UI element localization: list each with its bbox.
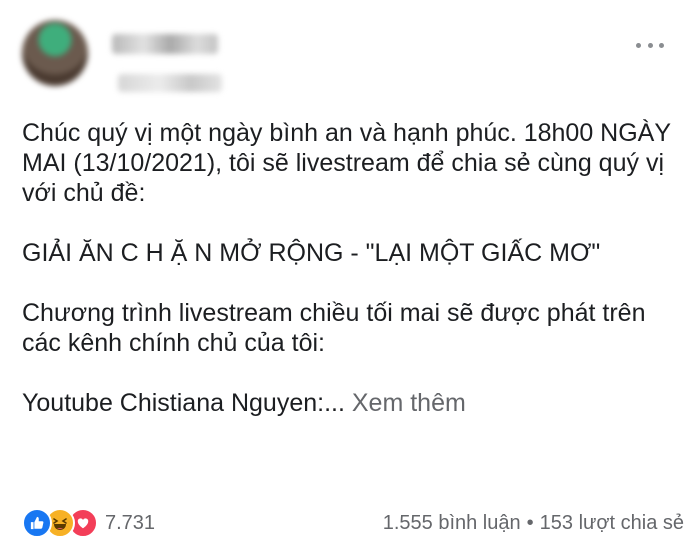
post-paragraph: Chúc quý vị một ngày bình an và hạnh phú…: [22, 119, 671, 207]
author-name-blurred[interactable]: [112, 34, 218, 54]
post-truncated-text: Youtube Chistiana Nguyen:...: [22, 389, 345, 417]
post-footer: 7.731 1.555 bình luận • 153 lượt chia sẻ: [22, 506, 684, 540]
shares-count[interactable]: 153 lượt chia sẻ: [540, 512, 684, 535]
avatar[interactable]: [22, 20, 88, 86]
dot: [659, 42, 664, 48]
more-options-icon[interactable]: [636, 38, 664, 52]
post-time-blurred[interactable]: [118, 74, 222, 92]
comments-count[interactable]: 1.555 bình luận: [383, 512, 521, 535]
engagement-stats: 1.555 bình luận • 153 lượt chia sẻ: [383, 512, 684, 535]
reactions-summary[interactable]: 7.731: [22, 508, 155, 538]
dot: [636, 42, 641, 48]
like-icon: [22, 508, 52, 538]
post-paragraph: Chương trình livestream chiều tối mai sẽ…: [22, 299, 646, 357]
dot: [647, 42, 653, 48]
post-last-line: Youtube Chistiana Nguyen:... Xem thêm: [22, 388, 682, 418]
post-paragraph: GIẢI ĂN C H Ặ N MỞ RỘNG - "LẠI MỘT GIẤC …: [22, 239, 601, 267]
reaction-count: 7.731: [105, 511, 156, 534]
post-text: Chúc quý vị một ngày bình an và hạnh phú…: [22, 118, 682, 418]
see-more-link[interactable]: Xem thêm: [352, 389, 466, 417]
separator-dot: •: [526, 511, 534, 534]
post-header: [22, 16, 682, 96]
